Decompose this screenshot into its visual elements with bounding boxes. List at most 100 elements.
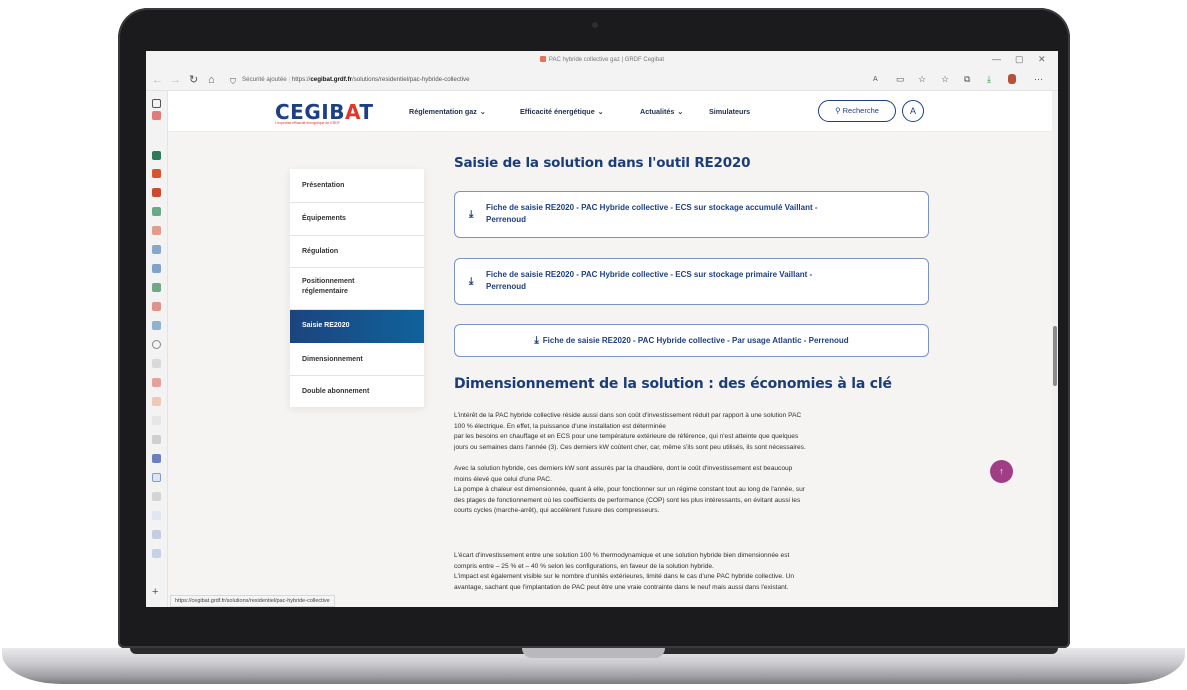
download-label: Perrenoud [486,215,527,224]
sidebar-app-icon[interactable] [152,492,161,501]
user-button[interactable]: A [902,100,924,122]
search-label: Recherche [842,106,879,115]
url-prefix: https:// [291,76,311,83]
sidebar-app-icon[interactable] [152,416,161,425]
sidebar-app-icon[interactable] [152,340,161,349]
browser-window: PAC hybride collective gaz | GRDF Cegiba… [146,51,1058,607]
sidebar-app-icon[interactable] [152,511,161,520]
download-icon: ⤓ [534,335,539,346]
sidebar-app-icon[interactable] [152,302,161,311]
download-icon: ⤓ [469,276,474,287]
nav-actualites[interactable]: Actualités ⌄ [640,107,683,116]
url-path: /solutions/residentiel/pac-hybride-colle… [351,76,470,83]
sidebar-app-icon[interactable] [152,530,161,539]
favorite-add-icon[interactable]: ☆ [918,74,926,85]
favorites-icon[interactable]: ☆ [941,74,949,85]
url-host: cegibat.grdf.fr [310,76,352,83]
paragraph: L'écart d'investissement entre une solut… [454,552,795,591]
toc-item-dimensionnement[interactable]: Dimensionnement [290,343,424,376]
section-title-saisie: Saisie de la solution dans l'outil RE202… [454,155,751,171]
close-button[interactable]: ✕ [1038,54,1046,65]
toc-item-presentation[interactable]: Présentation [290,169,424,203]
tab-title[interactable]: PAC hybride collective gaz | GRDF Cegiba… [146,56,1058,63]
sidebar-app-icon[interactable] [152,283,161,292]
sidebar-app-icon[interactable] [152,169,161,178]
download-card[interactable]: ⤓ Fiche de saisie RE2020 - PAC Hybride co… [454,324,929,357]
nav-efficacite[interactable]: Efficacité énergétique ⌄ [520,107,604,116]
tabs-icon[interactable] [152,99,161,108]
nav-reglementation[interactable]: Réglementation gaz ⌄ [409,107,486,116]
scroll-to-top-button[interactable]: ↑ [990,460,1013,483]
tab-title-text: PAC hybride collective gaz | GRDF Cegiba… [548,57,665,63]
user-icon: A [909,106,916,116]
more-icon[interactable]: ⋯ [1034,74,1043,85]
forward-icon[interactable]: → [170,74,181,86]
download-card[interactable]: ⤓ Fiche de saisie RE2020 - PAC Hybride c… [454,258,929,305]
sidebar-app-icon[interactable] [152,454,161,463]
paragraph: Avec la solution hybride, ces derniers k… [454,465,805,514]
paragraph: L'intérêt de la PAC hybride collective r… [454,412,806,451]
scrollbar-thumb[interactable] [1053,326,1057,386]
sidebar-app-icon[interactable] [152,549,161,558]
sidebar-app-icon[interactable] [152,111,161,120]
webcam [592,22,598,28]
download-label: Fiche de saisie RE2020 - PAC Hybride col… [542,336,849,345]
site-header: CEGIBAT L'expertise efficacité énergétiq… [168,91,1052,132]
page-scrollbar[interactable] [1052,91,1058,607]
security-label: Sécurité ajoutée [242,76,287,83]
nav-simulateurs[interactable]: Simulateurs [709,107,750,116]
download-card[interactable]: ⤓ Fiche de saisie RE2020 - PAC Hybride c… [454,191,929,238]
toc-item-regulation[interactable]: Régulation [290,236,424,268]
address-bar: ← → ↻ ⌂ ⛉ Sécurité ajoutée | https://ceg… [146,69,1058,91]
favicon-icon [539,56,546,62]
sidebar-app-icon[interactable] [152,151,161,160]
sidebar-app-icon[interactable] [152,378,161,387]
chevron-down-icon: ⌄ [479,109,486,116]
downloads-icon[interactable]: ⤓ [987,74,991,85]
toc-item-positionnement[interactable]: Positionnement réglementaire [290,268,424,310]
sidebar-app-icon[interactable] [152,359,161,368]
logo-tagline: L'expertise efficacité énergétique de GR… [275,121,340,125]
toc-item-saisie-re2020[interactable]: Saisie RE2020 [290,310,424,343]
add-icon[interactable]: + [152,587,161,598]
reader-icon[interactable]: ▭ [896,74,905,85]
sidebar-app-icon[interactable] [152,397,161,406]
chevron-down-icon: ⌄ [677,109,684,116]
web-page: CEGIBAT L'expertise efficacité énergétiq… [168,91,1052,607]
sidebar-app-icon[interactable] [152,264,161,273]
download-label: Perrenoud [486,282,527,291]
arrow-up-icon: ↑ [999,466,1004,476]
section-nav: Présentation Équipements Régulation Posi… [290,169,424,407]
toc-item-double-abonnement[interactable]: Double abonnement [290,376,424,407]
toc-item-equipements[interactable]: Équipements [290,203,424,236]
section-title-dimensionnement: Dimensionnement de la solution : des éco… [454,376,892,392]
profile-avatar[interactable] [1008,74,1016,84]
search-button[interactable]: ⚲ Recherche [818,100,896,122]
sidebar-app-icon[interactable] [152,321,161,330]
status-url: https://cegibat.grdf.fr/solutions/reside… [170,595,335,607]
edge-sidebar: + [146,91,168,607]
download-label: Fiche de saisie RE2020 - PAC Hybride col… [486,203,818,212]
title-bar: PAC hybride collective gaz | GRDF Cegiba… [146,51,1058,69]
download-icon: ⤓ [469,209,474,220]
laptop-notch [522,648,665,658]
home-icon[interactable]: ⌂ [208,74,215,86]
search-icon: ⚲ [835,106,843,115]
shield-icon[interactable]: ⛉ [230,76,236,88]
read-aloud-icon[interactable]: A [873,76,878,83]
laptop-scene: PAC hybride collective gaz | GRDF Cegiba… [0,0,1187,690]
url-field[interactable]: Sécurité ajoutée | https://cegibat.grdf.… [242,76,470,83]
back-icon[interactable]: ← [152,74,163,86]
sidebar-app-icon[interactable] [152,435,161,444]
collections-icon[interactable]: ⧉ [964,74,970,85]
download-label: Fiche de saisie RE2020 - PAC Hybride col… [486,270,813,279]
sidebar-app-icon[interactable] [152,188,161,197]
sidebar-app-icon[interactable] [152,207,161,216]
sidebar-app-icon[interactable] [152,226,161,235]
chevron-down-icon: ⌄ [597,109,604,116]
sidebar-app-icon[interactable] [152,473,161,482]
sidebar-app-icon[interactable] [152,245,161,254]
refresh-icon[interactable]: ↻ [189,74,198,86]
minimize-button[interactable]: — [992,54,1001,64]
maximize-button[interactable]: ▢ [1015,54,1024,65]
